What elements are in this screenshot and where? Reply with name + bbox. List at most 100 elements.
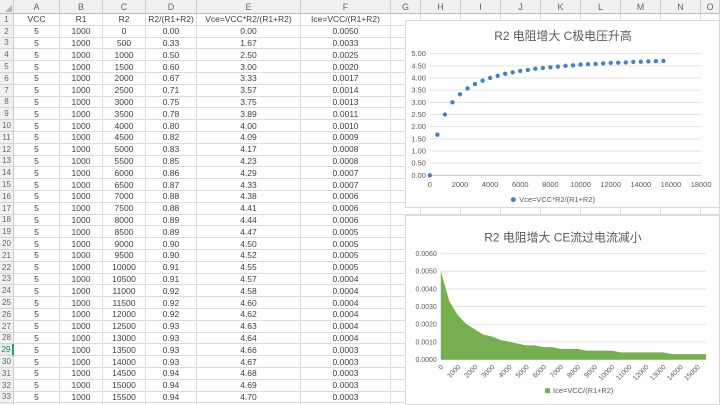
cell-E28[interactable]: 4.64 <box>197 333 301 345</box>
row-header-6[interactable]: 6 <box>0 73 14 85</box>
cell-F12[interactable]: 0.0008 <box>301 144 391 156</box>
cell-A24[interactable]: 5 <box>14 285 60 297</box>
cell-F2[interactable]: 0.0050 <box>301 26 391 38</box>
cell-E24[interactable]: 4.58 <box>197 285 301 297</box>
row-header-11[interactable]: 11 <box>0 132 14 144</box>
cell-E2[interactable]: 0.00 <box>197 26 301 38</box>
cell-C27[interactable]: 12500 <box>103 321 146 333</box>
cell-A1[interactable]: VCC <box>14 14 60 26</box>
cell-F31[interactable]: 0.0003 <box>301 368 391 380</box>
cell-A21[interactable]: 5 <box>14 250 60 262</box>
row-header-18[interactable]: 18 <box>0 215 14 227</box>
column-header-D[interactable]: D <box>146 0 197 14</box>
chart-ice[interactable]: 0.00000.00100.00200.00300.00400.00500.00… <box>405 215 720 405</box>
cell-D17[interactable]: 0.88 <box>146 203 197 215</box>
row-header-16[interactable]: 16 <box>0 191 14 203</box>
cell-A16[interactable]: 5 <box>14 191 60 203</box>
cell-E30[interactable]: 4.67 <box>197 356 301 368</box>
cell-D1[interactable]: R2/(R1+R2) <box>146 14 197 26</box>
row-header-28[interactable]: 28 <box>0 333 14 345</box>
cell-A25[interactable]: 5 <box>14 297 60 309</box>
cell-D33[interactable]: 0.94 <box>146 392 197 404</box>
cell-D20[interactable]: 0.90 <box>146 238 197 250</box>
cell-B13[interactable]: 1000 <box>60 156 103 168</box>
cell-F15[interactable]: 0.0007 <box>301 179 391 191</box>
cell-B28[interactable]: 1000 <box>60 333 103 345</box>
cell-A17[interactable]: 5 <box>14 203 60 215</box>
cell-E23[interactable]: 4.57 <box>197 274 301 286</box>
cell-D22[interactable]: 0.91 <box>146 262 197 274</box>
cell-A27[interactable]: 5 <box>14 321 60 333</box>
row-header-25[interactable]: 25 <box>0 297 14 309</box>
cell-D16[interactable]: 0.88 <box>146 191 197 203</box>
cell-C3[interactable]: 500 <box>103 38 146 50</box>
select-all-corner[interactable] <box>0 0 14 14</box>
cell-D11[interactable]: 0.82 <box>146 132 197 144</box>
cell-D12[interactable]: 0.83 <box>146 144 197 156</box>
cell-A19[interactable]: 5 <box>14 226 60 238</box>
column-header-O[interactable]: O <box>701 0 720 14</box>
cell-C10[interactable]: 4000 <box>103 120 146 132</box>
cell-F7[interactable]: 0.0014 <box>301 85 391 97</box>
cell-A23[interactable]: 5 <box>14 274 60 286</box>
cell-C8[interactable]: 3000 <box>103 97 146 109</box>
row-header-29[interactable]: 29 <box>0 344 14 356</box>
cell-E16[interactable]: 4.38 <box>197 191 301 203</box>
cell-A31[interactable]: 5 <box>14 368 60 380</box>
column-header-N[interactable]: N <box>661 0 701 14</box>
row-header-8[interactable]: 8 <box>0 97 14 109</box>
cell-B2[interactable]: 1000 <box>60 26 103 38</box>
cell-E9[interactable]: 3.89 <box>197 108 301 120</box>
cell-E3[interactable]: 1.67 <box>197 38 301 50</box>
cell-E4[interactable]: 2.50 <box>197 49 301 61</box>
cell-D4[interactable]: 0.50 <box>146 49 197 61</box>
column-header-H[interactable]: H <box>421 0 461 14</box>
cell-C19[interactable]: 8500 <box>103 226 146 238</box>
cell-A26[interactable]: 5 <box>14 309 60 321</box>
cell-B26[interactable]: 1000 <box>60 309 103 321</box>
cell-D10[interactable]: 0.80 <box>146 120 197 132</box>
cell-E8[interactable]: 3.75 <box>197 97 301 109</box>
cell-B1[interactable]: R1 <box>60 14 103 26</box>
cell-F32[interactable]: 0.0003 <box>301 380 391 392</box>
cell-A30[interactable]: 5 <box>14 356 60 368</box>
cell-C1[interactable]: R2 <box>103 14 146 26</box>
cell-E10[interactable]: 4.00 <box>197 120 301 132</box>
cell-C33[interactable]: 15500 <box>103 392 146 404</box>
cell-F20[interactable]: 0.0005 <box>301 238 391 250</box>
cell-B22[interactable]: 1000 <box>60 262 103 274</box>
cell-D27[interactable]: 0.93 <box>146 321 197 333</box>
chart-vce[interactable]: 0.000.501.001.502.002.503.003.504.004.50… <box>405 20 720 208</box>
cell-D23[interactable]: 0.91 <box>146 274 197 286</box>
column-header-C[interactable]: C <box>103 0 146 14</box>
cell-F13[interactable]: 0.0008 <box>301 156 391 168</box>
cell-D15[interactable]: 0.87 <box>146 179 197 191</box>
cell-A8[interactable]: 5 <box>14 97 60 109</box>
cell-C26[interactable]: 12000 <box>103 309 146 321</box>
cell-B9[interactable]: 1000 <box>60 108 103 120</box>
cell-E1[interactable]: Vce=VCC*R2/(R1+R2) <box>197 14 301 26</box>
cell-A33[interactable]: 5 <box>14 392 60 404</box>
cell-E26[interactable]: 4.62 <box>197 309 301 321</box>
cell-B16[interactable]: 1000 <box>60 191 103 203</box>
cell-E18[interactable]: 4.44 <box>197 215 301 227</box>
cell-A3[interactable]: 5 <box>14 38 60 50</box>
cell-A4[interactable]: 5 <box>14 49 60 61</box>
cell-E12[interactable]: 4.17 <box>197 144 301 156</box>
cell-F25[interactable]: 0.0004 <box>301 297 391 309</box>
cell-B30[interactable]: 1000 <box>60 356 103 368</box>
cell-E21[interactable]: 4.52 <box>197 250 301 262</box>
cell-C13[interactable]: 5500 <box>103 156 146 168</box>
cell-D21[interactable]: 0.90 <box>146 250 197 262</box>
cell-C6[interactable]: 2000 <box>103 73 146 85</box>
cell-E19[interactable]: 4.47 <box>197 226 301 238</box>
row-header-32[interactable]: 32 <box>0 380 14 392</box>
cell-D25[interactable]: 0.92 <box>146 297 197 309</box>
cell-C32[interactable]: 15000 <box>103 380 146 392</box>
cell-D2[interactable]: 0.00 <box>146 26 197 38</box>
cell-C2[interactable]: 0 <box>103 26 146 38</box>
row-header-21[interactable]: 21 <box>0 250 14 262</box>
row-header-27[interactable]: 27 <box>0 321 14 333</box>
cell-B17[interactable]: 1000 <box>60 203 103 215</box>
cell-C29[interactable]: 13500 <box>103 344 146 356</box>
